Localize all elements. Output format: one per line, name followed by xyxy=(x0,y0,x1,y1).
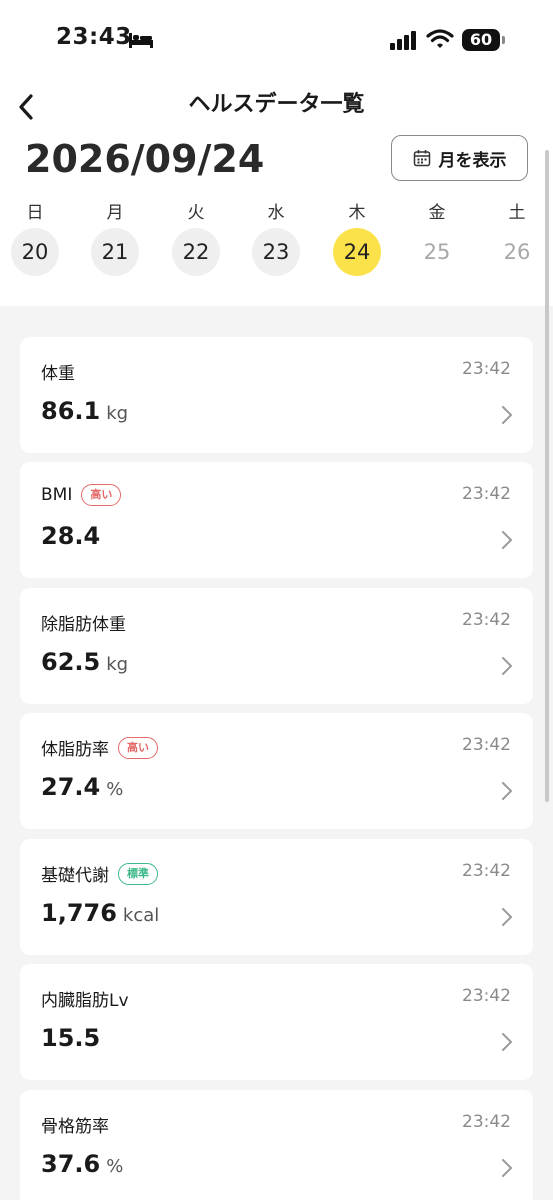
day-name: 火 xyxy=(187,203,205,223)
status-badge-high: 高い xyxy=(81,484,122,506)
status-time: 23:43 xyxy=(56,24,132,50)
page-title: ヘルスデータ一覧 xyxy=(188,92,365,117)
metric-unit: % xyxy=(106,779,124,800)
day-number: 25 xyxy=(423,240,451,264)
day-tuesday[interactable]: 火 22 xyxy=(171,198,221,276)
chevron-right-icon xyxy=(502,908,512,926)
metric-value: 1,776 xyxy=(41,899,117,927)
day-thursday[interactable]: 木 24 xyxy=(332,198,382,276)
day-number: 21 xyxy=(91,228,139,276)
status-bar: 23:43 60 xyxy=(0,0,553,80)
selected-date: 2026/09/24 xyxy=(25,137,265,181)
chevron-right-icon xyxy=(502,1159,512,1177)
bed-icon xyxy=(129,33,153,48)
metric-card-body-fat[interactable]: 体脂肪率 高い 23:42 27.4 % xyxy=(20,713,533,829)
scrollbar[interactable] xyxy=(545,150,549,802)
metric-card-weight[interactable]: 体重 23:42 86.1 kg xyxy=(20,337,533,453)
day-name: 水 xyxy=(267,203,285,223)
day-number: 20 xyxy=(11,228,59,276)
metric-value: 27.4 xyxy=(41,773,101,801)
day-wednesday[interactable]: 水 23 xyxy=(251,198,301,276)
chevron-right-icon xyxy=(502,1033,512,1051)
day-number: 23 xyxy=(252,228,300,276)
chevron-right-icon xyxy=(502,657,512,675)
metric-label: BMI xyxy=(41,485,73,505)
metric-label: 骨格筋率 xyxy=(41,1117,109,1137)
metric-time: 23:42 xyxy=(462,986,511,1006)
metric-time: 23:42 xyxy=(462,610,511,630)
metric-label: 内臓脂肪Lv xyxy=(41,991,129,1011)
week-strip: 日 20 月 21 火 22 水 23 木 24 金 25 土 26 xyxy=(0,198,553,282)
day-name: 土 xyxy=(508,203,526,223)
metric-time: 23:42 xyxy=(462,484,511,504)
signal-icon xyxy=(390,31,416,50)
battery-level: 60 xyxy=(469,30,493,49)
chevron-right-icon xyxy=(502,406,512,424)
back-button[interactable] xyxy=(12,90,42,124)
metric-value: 86.1 xyxy=(41,397,101,425)
metric-value: 15.5 xyxy=(41,1024,101,1052)
show-month-button[interactable]: 月を表示 xyxy=(391,135,528,181)
status-badge-normal: 標準 xyxy=(118,862,158,885)
show-month-label: 月を表示 xyxy=(438,150,507,171)
metric-time: 23:42 xyxy=(462,861,511,881)
day-sunday[interactable]: 日 20 xyxy=(10,198,60,276)
metric-unit: kg xyxy=(106,654,129,675)
metric-card-bmr[interactable]: 基礎代謝 標準 23:42 1,776 kcal xyxy=(20,839,533,955)
metric-value: 28.4 xyxy=(41,522,101,550)
metric-label: 除脂肪体重 xyxy=(41,615,126,635)
day-name: 金 xyxy=(428,203,446,223)
metric-card-visceral-fat[interactable]: 内臓脂肪Lv 23:42 15.5 xyxy=(20,964,533,1080)
day-number: 22 xyxy=(172,228,220,276)
day-saturday: 土 26 xyxy=(492,198,542,276)
metric-time: 23:42 xyxy=(462,735,511,755)
metric-label: 体重 xyxy=(41,364,75,384)
battery-indicator: 60 xyxy=(462,29,506,51)
calendar-icon xyxy=(413,150,430,167)
day-number: 26 xyxy=(503,240,531,264)
metric-card-lean-mass[interactable]: 除脂肪体重 23:42 62.5 kg xyxy=(20,588,533,704)
metric-time: 23:42 xyxy=(462,359,511,379)
status-badge-high: 高い xyxy=(118,736,158,759)
metric-card-skeletal-muscle[interactable]: 骨格筋率 23:42 37.6 % xyxy=(20,1090,533,1200)
day-friday: 金 25 xyxy=(412,198,462,276)
day-name: 日 xyxy=(26,203,44,223)
day-name: 木 xyxy=(348,203,366,223)
wifi-icon xyxy=(426,29,454,48)
metrics-list[interactable]: 体重 23:42 86.1 kg BMI 高い 23:42 28.4 除脂肪体重… xyxy=(0,306,553,1200)
metric-unit: % xyxy=(106,1156,124,1177)
metric-label: 体脂肪率 xyxy=(41,740,109,760)
metric-unit: kg xyxy=(106,403,129,424)
day-monday[interactable]: 月 21 xyxy=(90,198,140,276)
metric-time: 23:42 xyxy=(462,1112,511,1132)
day-number: 24 xyxy=(333,228,381,276)
metric-value: 37.6 xyxy=(41,1150,101,1178)
metric-card-bmi[interactable]: BMI 高い 23:42 28.4 xyxy=(20,462,533,578)
metric-label: 基礎代謝 xyxy=(41,866,109,886)
day-name: 月 xyxy=(106,203,124,223)
chevron-right-icon xyxy=(502,531,512,549)
metric-unit: kcal xyxy=(122,905,160,926)
metric-value: 62.5 xyxy=(41,648,101,676)
chevron-right-icon xyxy=(502,782,512,800)
